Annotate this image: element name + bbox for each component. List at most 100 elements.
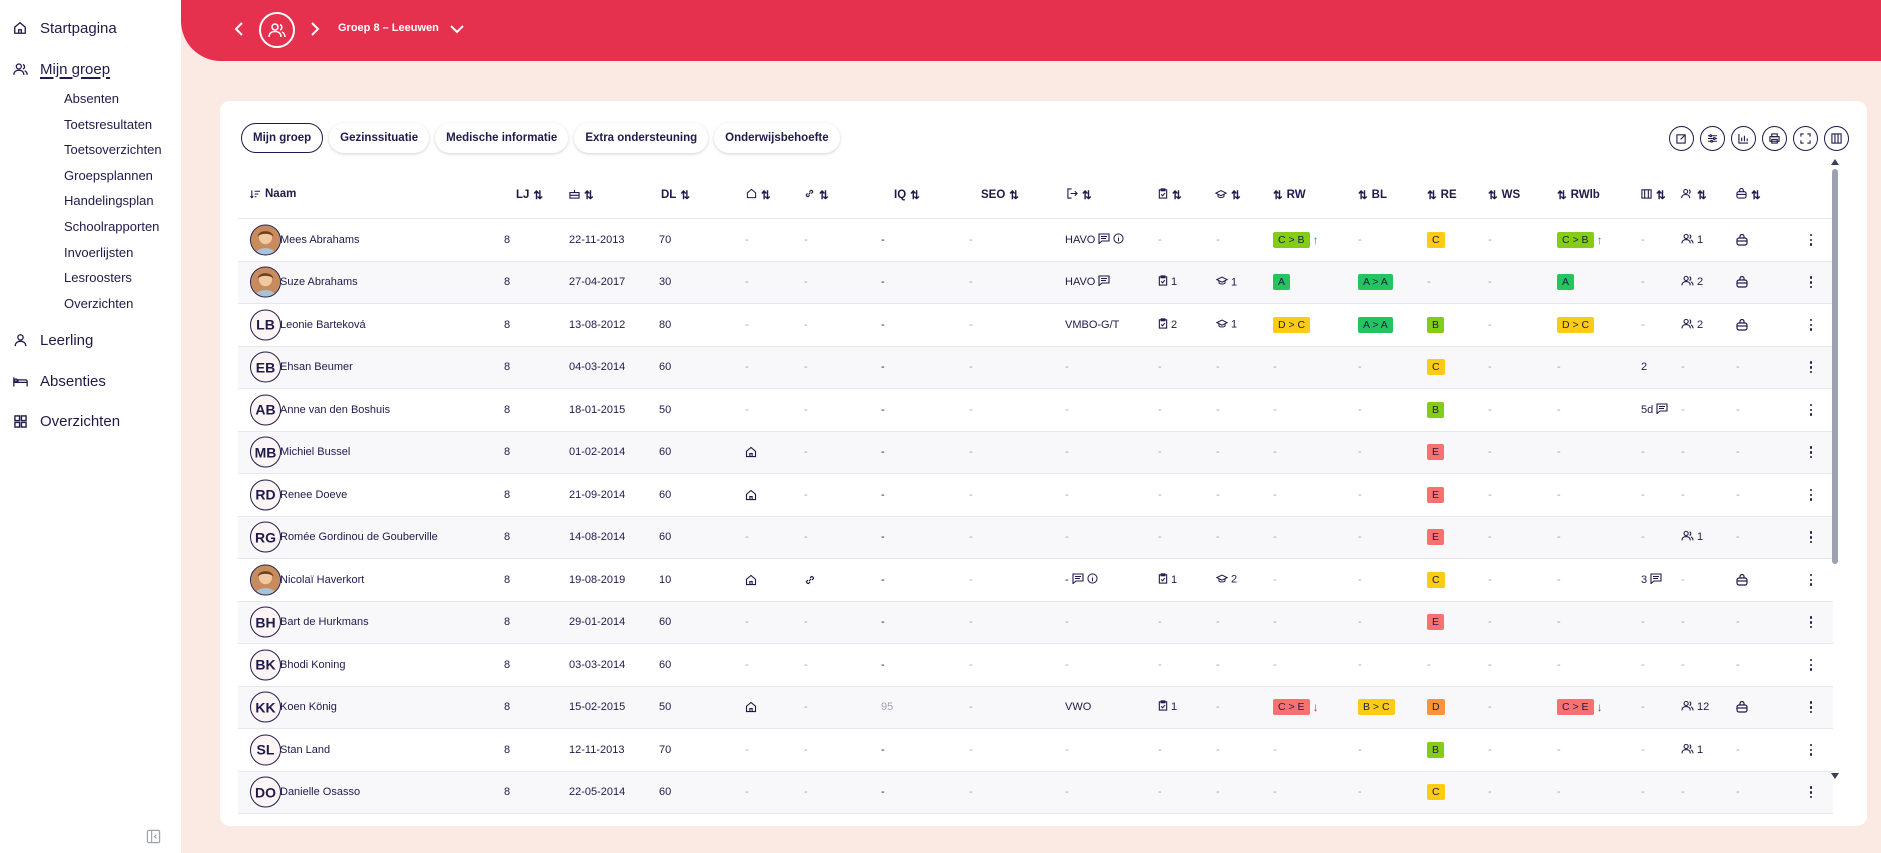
table-row[interactable]: MB Michiel Bussel 8 01-02-2014 60 - - - - - - - - E - -… xyxy=(238,431,1833,474)
student-name[interactable]: Koen König xyxy=(280,701,337,713)
student-name[interactable]: Renee Doeve xyxy=(280,489,347,501)
bag-icon[interactable] xyxy=(1736,701,1748,713)
note-icon[interactable] xyxy=(1650,573,1662,587)
cell-rw[interactable]: C > E ↓ xyxy=(1273,699,1319,716)
bag-icon[interactable] xyxy=(1736,573,1748,586)
info-icon[interactable] xyxy=(1087,573,1098,587)
cell-re[interactable]: E xyxy=(1427,486,1445,503)
row-menu-button[interactable] xyxy=(1805,785,1817,799)
tab-mijn-groep[interactable]: Mijn groep xyxy=(241,123,324,153)
cell-group[interactable]: 1 xyxy=(1681,233,1703,247)
cell-bl[interactable]: A > A xyxy=(1358,316,1393,333)
note-icon[interactable] xyxy=(1072,573,1084,587)
sliders-icon[interactable] xyxy=(1700,126,1725,151)
nav-absenties[interactable]: Absenties xyxy=(0,369,106,393)
column-seo[interactable]: SEO ⇅ xyxy=(981,188,1019,202)
table-row[interactable]: Nicolaï Haverkort 8 19-08-2019 10 - - - 1 2 - - C - -… xyxy=(238,559,1833,602)
note-icon[interactable] xyxy=(1098,275,1110,289)
home-icon[interactable] xyxy=(745,489,757,501)
tab-gezinssituatie[interactable]: Gezinssituatie xyxy=(329,123,430,153)
chevron-down-icon[interactable] xyxy=(448,20,466,38)
cell-group[interactable]: 1 xyxy=(1681,743,1703,757)
row-menu-button[interactable] xyxy=(1805,615,1817,629)
note-icon[interactable] xyxy=(1656,403,1668,417)
sidebar-collapse-icon[interactable] xyxy=(146,829,162,845)
table-scrollbar[interactable] xyxy=(1831,159,1839,779)
tab-extra-ondersteuning[interactable]: Extra ondersteuning xyxy=(574,123,709,153)
cell-re[interactable]: B xyxy=(1427,741,1445,758)
cell-rw[interactable]: D > C xyxy=(1273,316,1311,333)
subnav-absenten[interactable]: Absenten xyxy=(64,90,119,108)
home-icon[interactable] xyxy=(745,446,757,458)
link-icon[interactable] xyxy=(804,574,816,586)
avatar[interactable] xyxy=(250,266,281,298)
cell-clipboard[interactable]: 1 xyxy=(1158,573,1177,587)
row-menu-button[interactable] xyxy=(1805,700,1817,714)
column-geboortedatum[interactable]: ⇅ xyxy=(569,188,594,202)
cell-re[interactable]: E xyxy=(1427,614,1445,631)
cell-re[interactable]: C xyxy=(1427,359,1445,376)
row-menu-button[interactable] xyxy=(1805,318,1817,332)
group-avatar-button[interactable] xyxy=(259,12,295,48)
cell-group[interactable]: 2 xyxy=(1681,318,1703,332)
nav-overzichten[interactable]: Overzichten xyxy=(0,409,120,433)
row-menu-button[interactable] xyxy=(1805,658,1817,672)
subnav-toetsoverzichten[interactable]: Toetsoverzichten xyxy=(64,141,162,159)
cell-re[interactable]: E xyxy=(1427,529,1445,546)
cell-re[interactable]: C xyxy=(1427,784,1445,801)
column-hat[interactable]: ⇅ xyxy=(1214,188,1241,202)
row-menu-button[interactable] xyxy=(1805,573,1817,587)
column-link[interactable]: ⇅ xyxy=(804,188,829,202)
cell-re[interactable]: D xyxy=(1427,699,1445,716)
tab-medische-informatie[interactable]: Medische informatie xyxy=(435,123,569,153)
cell-hat[interactable]: 2 xyxy=(1215,573,1237,586)
row-menu-button[interactable] xyxy=(1805,445,1817,459)
avatar[interactable]: BH xyxy=(250,606,281,638)
row-menu-button[interactable] xyxy=(1805,403,1817,417)
student-name[interactable]: Nicolaï Haverkort xyxy=(280,574,364,586)
note-icon[interactable] xyxy=(1098,233,1110,247)
student-name[interactable]: Mees Abrahams xyxy=(280,234,359,246)
student-name[interactable]: Bhodi Koning xyxy=(280,659,345,671)
table-row[interactable]: RD Renee Doeve 8 21-09-2014 60 - - - - - - - - E - - - - - xyxy=(238,474,1833,517)
student-name[interactable]: Michiel Bussel xyxy=(280,446,350,458)
row-menu-button[interactable] xyxy=(1805,530,1817,544)
cell-hat[interactable]: 1 xyxy=(1215,318,1237,331)
chart-icon[interactable] xyxy=(1731,126,1756,151)
subnav-toetsresultaten[interactable]: Toetsresultaten xyxy=(64,116,152,134)
print-icon[interactable] xyxy=(1762,126,1787,151)
row-menu-button[interactable] xyxy=(1805,743,1817,757)
cell-re[interactable]: E xyxy=(1427,444,1445,461)
home-icon[interactable] xyxy=(745,574,757,586)
cell-clipboard[interactable]: 1 xyxy=(1158,700,1177,714)
avatar[interactable]: RG xyxy=(250,521,281,553)
bag-icon[interactable] xyxy=(1736,233,1748,246)
cell-rwlb[interactable]: C > B ↑ xyxy=(1557,231,1603,248)
bag-icon[interactable] xyxy=(1736,318,1748,331)
table-row[interactable]: BH Bart de Hurkmans 8 29-01-2014 60 - - - - - - - - -… xyxy=(238,601,1833,644)
cell-rw[interactable]: C > B ↑ xyxy=(1273,231,1319,248)
table-row[interactable]: DO Danielle Osasso 8 22-05-2014 60 - - - - - - - - - C… xyxy=(238,771,1833,814)
row-menu-button[interactable] xyxy=(1805,488,1817,502)
column-building[interactable]: ⇅ xyxy=(1641,188,1666,202)
column-lj[interactable]: LJ ⇅ xyxy=(516,188,543,202)
cell-clipboard[interactable]: 1 xyxy=(1158,275,1177,289)
table-row[interactable]: SL Stan Land 8 12-11-2013 70 - - - - - - - - - B - - - 1 - xyxy=(238,729,1833,772)
tab-onderwijsbehoefte[interactable]: Onderwijsbehoefte xyxy=(714,123,840,153)
column-bag[interactable]: ⇅ xyxy=(1736,187,1761,202)
student-name[interactable]: Leonie Barteková xyxy=(280,319,366,331)
cell-rwlb[interactable]: D > C xyxy=(1557,316,1595,333)
column-dl[interactable]: DL ⇅ xyxy=(661,188,690,202)
cell-rw[interactable]: A xyxy=(1273,274,1291,291)
cell-group[interactable]: 12 xyxy=(1681,700,1709,714)
home-icon[interactable] xyxy=(745,701,757,713)
table-row[interactable]: BK Bhodi Koning 8 03-03-2014 60 - - - - - - - - - - - - -… xyxy=(238,644,1833,687)
next-group-button[interactable] xyxy=(305,19,325,39)
row-menu-button[interactable] xyxy=(1805,360,1817,374)
table-row[interactable]: RG Romée Gordinou de Gouberville 8 14-08-20… xyxy=(238,516,1833,559)
student-name[interactable]: Ehsan Beumer xyxy=(280,361,353,373)
cell-rwlb[interactable]: C > E ↓ xyxy=(1557,699,1603,716)
subnav-invoerlijsten[interactable]: Invoerlijsten xyxy=(64,244,133,262)
student-name[interactable]: Danielle Osasso xyxy=(280,786,360,798)
info-icon[interactable] xyxy=(1113,233,1124,247)
